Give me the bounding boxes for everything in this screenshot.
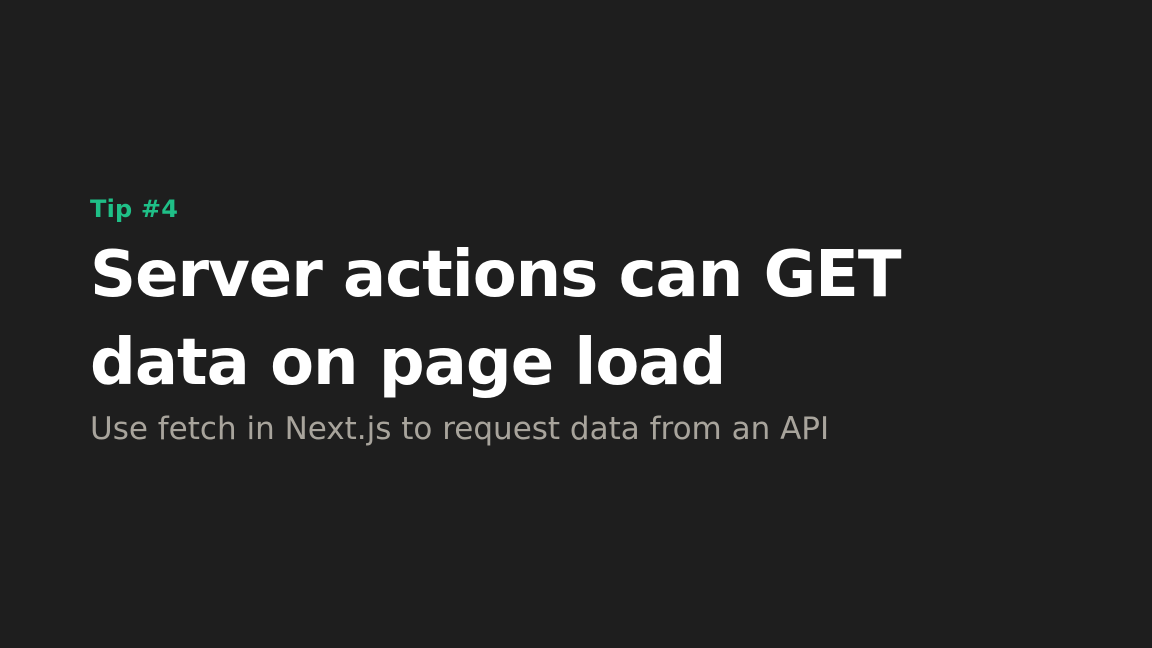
slide-title-line-1: Server actions can GET	[90, 238, 901, 312]
slide-subtitle: Use fetch in Next.js to request data fro…	[90, 411, 830, 447]
slide-content: Tip #4 Server actions can GET data on pa…	[90, 193, 1090, 449]
tip-label: Tip #4	[90, 195, 179, 223]
slide-title: Server actions can GET data on page load	[90, 231, 1090, 407]
slide-title-line-2: data on page load	[90, 326, 726, 400]
